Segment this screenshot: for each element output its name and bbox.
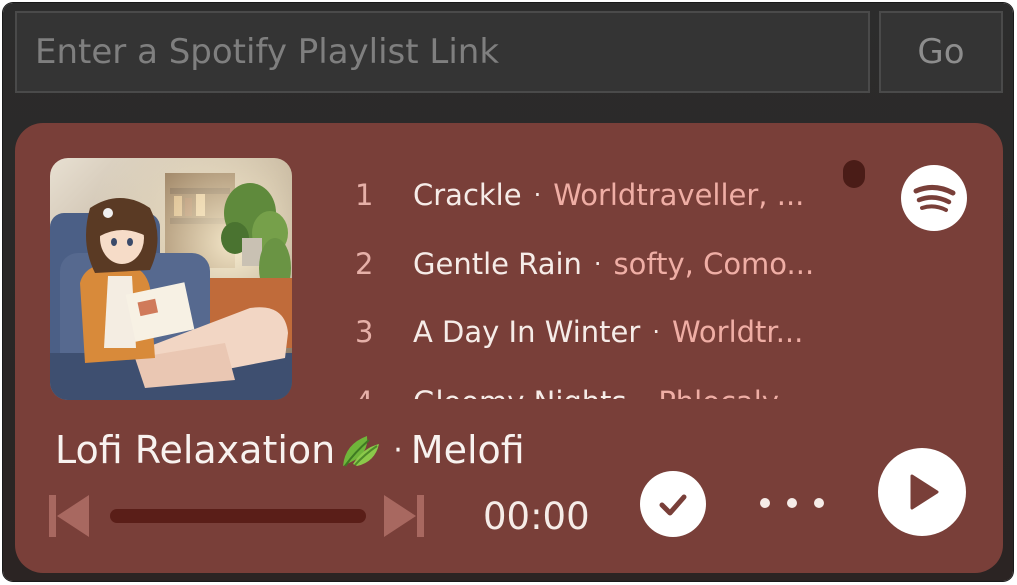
playlist-link-input[interactable]: [15, 11, 870, 93]
track-artist: Worldtraveller, ...: [553, 178, 805, 212]
track-number: 1: [355, 178, 374, 212]
spotify-icon[interactable]: [901, 165, 967, 231]
track-row[interactable]: 2 Gentle Rain · softy, Como...: [335, 239, 815, 289]
playlist-cover-image: [50, 158, 292, 400]
track-title: Gentle Rain: [413, 247, 582, 281]
skip-previous-icon[interactable]: [47, 493, 91, 539]
playlist-name: Lofi Relaxation: [55, 428, 336, 472]
title-separator: ·: [393, 432, 403, 468]
track-title: Crackle: [413, 178, 522, 212]
track-row[interactable]: 3 A Day In Winter · Worldtr...: [335, 307, 815, 357]
more-horizontal-icon[interactable]: [760, 485, 824, 521]
track-row[interactable]: 1 Crackle · Worldtraveller, ...: [335, 170, 815, 220]
app-window: Go: [3, 3, 1013, 581]
go-button[interactable]: Go: [879, 11, 1003, 93]
track-row[interactable]: 4 Gloomy Nights · Phlocaly...: [335, 377, 815, 399]
playlist-owner: Melofi: [410, 428, 525, 472]
now-playing-title: Lofi Relaxation · Melofi: [55, 428, 525, 472]
track-number: 3: [355, 315, 374, 349]
play-icon[interactable]: [878, 448, 966, 536]
track-number: 2: [355, 247, 374, 281]
track-artist: Worldtr...: [671, 315, 804, 349]
player-card: 1 Crackle · Worldtraveller, ... 2 Gentle…: [15, 123, 1003, 573]
track-separator: ·: [593, 250, 602, 278]
track-artist: softy, Como...: [613, 247, 815, 281]
elapsed-time: 00:00: [483, 495, 590, 538]
leaf-emoji-icon: [339, 430, 381, 470]
track-number: 4: [335, 385, 413, 399]
track-title: Gloomy Nights: [413, 385, 627, 399]
skip-next-icon[interactable]: [382, 493, 426, 539]
track-list: 1 Crackle · Worldtraveller, ... 2 Gentle…: [335, 159, 815, 399]
track-separator: ·: [652, 318, 660, 346]
scroll-indicator[interactable]: [843, 160, 865, 188]
progress-bar[interactable]: [110, 509, 366, 523]
checkmark-icon[interactable]: [640, 471, 706, 537]
track-title: A Day In Winter: [413, 315, 641, 349]
track-artist: Phlocaly...: [658, 385, 815, 399]
track-separator: ·: [533, 181, 542, 209]
track-separator: ·: [639, 388, 647, 399]
